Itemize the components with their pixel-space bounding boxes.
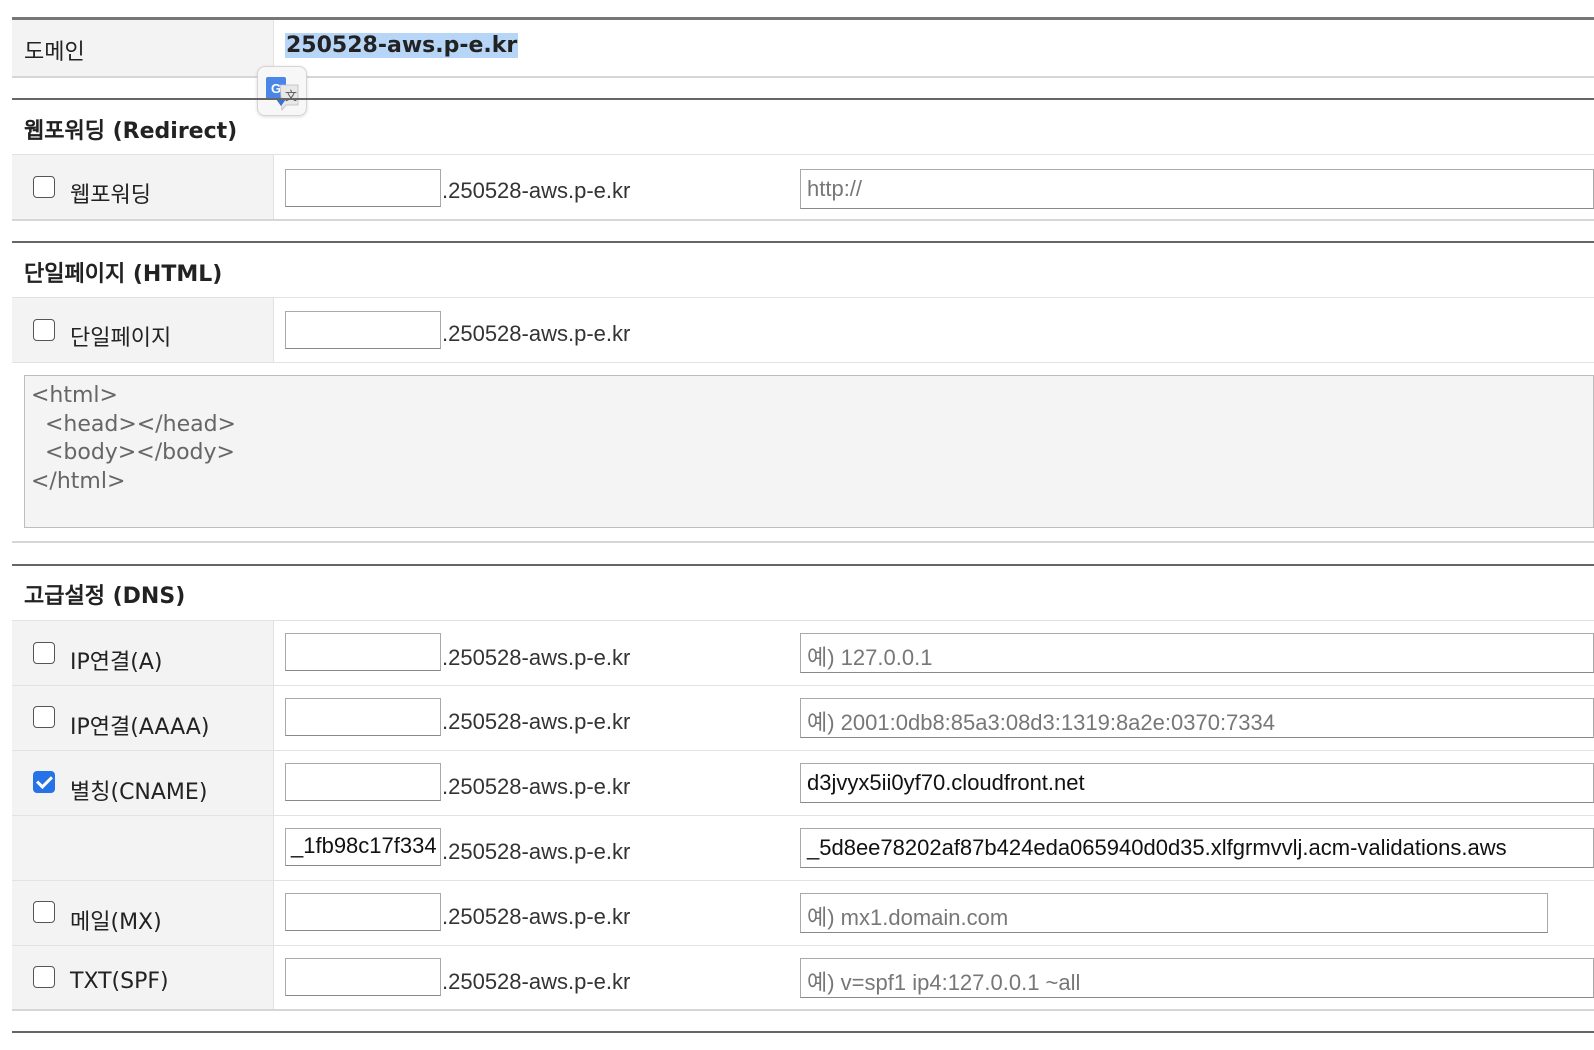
bottom-border [12, 1031, 1594, 1033]
dns-mx-checkbox[interactable] [33, 901, 55, 923]
html-label: 단일페이지 [70, 326, 172, 351]
dns-mx-domain-suffix: .250528-aws.p-e.kr [442, 904, 631, 929]
html-row: 단일페이지 .250528-aws.p-e.kr [12, 297, 1594, 363]
dns-row-mx: 메일(MX) .250528-aws.p-e.kr 예) mx1.domain.… [12, 880, 1594, 945]
dns-cname2-value-input[interactable]: _5d8ee78202af87b424eda065940d0d35.xlfgrm… [800, 828, 1594, 868]
html-section-title: 단일페이지 (HTML) [24, 262, 223, 287]
svg-text:G: G [271, 81, 281, 96]
dns-cname-value-input[interactable]: d3jvyx5ii0yf70.cloudfront.net [800, 763, 1594, 803]
dns-row-txt: TXT(SPF) .250528-aws.p-e.kr 예) v=spf1 ip… [12, 945, 1594, 1011]
dns-aaaa-domain-suffix: .250528-aws.p-e.kr [442, 709, 631, 734]
google-translate-icon: G 文 [266, 77, 299, 112]
dns-aaaa-label-cell: IP연결(AAAA) [12, 686, 274, 750]
dns-cname-checkbox[interactable] [33, 771, 55, 793]
html-bottom-border [12, 541, 1594, 543]
dns-mx-label-cell: 메일(MX) [12, 881, 274, 945]
dns-txt-label: TXT(SPF) [70, 969, 169, 994]
dns-cname2-label-cell [12, 816, 274, 880]
dns-row-cname-2: _1fb98c17f334 .250528-aws.p-e.kr _5d8ee7… [12, 815, 1594, 880]
redirect-domain-suffix: .250528-aws.p-e.kr [442, 178, 631, 203]
svg-text:文: 文 [285, 88, 297, 103]
dns-cname2-subdomain-input[interactable]: _1fb98c17f334 [285, 828, 441, 866]
dns-txt-value-input[interactable]: 예) v=spf1 ip4:127.0.0.1 ~all [800, 958, 1594, 998]
domain-row: 도메인 [12, 20, 1594, 78]
html-content-textarea[interactable]: <html> <head></head> <body></body> </htm… [24, 375, 1594, 528]
dns-row-cname: 별칭(CNAME) .250528-aws.p-e.kr d3jvyx5ii0y… [12, 750, 1594, 815]
dns-aaaa-subdomain-input[interactable] [285, 698, 441, 736]
dns-cname-label: 별칭(CNAME) [70, 780, 208, 805]
domain-label-cell: 도메인 [12, 20, 274, 76]
dns-a-value-input[interactable]: 예) 127.0.0.1 [800, 633, 1594, 673]
html-subdomain-input[interactable] [285, 311, 441, 349]
dns-a-checkbox[interactable] [33, 642, 55, 664]
domain-value: 250528-aws.p-e.kr [285, 33, 519, 58]
redirect-label: 웹포워딩 [70, 183, 151, 208]
dns-txt-subdomain-input[interactable] [285, 958, 441, 996]
dns-cname-label-cell: 별칭(CNAME) [12, 751, 274, 815]
redirect-subdomain-input[interactable] [285, 169, 441, 207]
dns-mx-label: 메일(MX) [70, 910, 162, 935]
dns-txt-label-cell: TXT(SPF) [12, 946, 274, 1009]
html-domain-suffix: .250528-aws.p-e.kr [442, 321, 631, 346]
dns-section-title: 고급설정 (DNS) [24, 584, 186, 609]
dns-row-aaaa: IP연결(AAAA) .250528-aws.p-e.kr 예) 2001:0d… [12, 685, 1594, 750]
dns-aaaa-checkbox[interactable] [33, 706, 55, 728]
dns-section-border [12, 564, 1594, 566]
html-checkbox[interactable] [33, 319, 55, 341]
dns-mx-subdomain-input[interactable] [285, 893, 441, 931]
dns-cname-domain-suffix: .250528-aws.p-e.kr [442, 774, 631, 799]
domain-label: 도메인 [24, 40, 85, 65]
redirect-row: 웹포워딩 .250528-aws.p-e.kr http:// [12, 154, 1594, 221]
redirect-section-border [12, 98, 1594, 100]
redirect-section-title: 웹포워딩 (Redirect) [24, 119, 238, 144]
dns-a-subdomain-input[interactable] [285, 633, 441, 671]
dns-a-label: IP연결(A) [70, 650, 163, 675]
dns-a-domain-suffix: .250528-aws.p-e.kr [442, 645, 631, 670]
html-label-cell: 단일페이지 [12, 298, 274, 362]
dns-row-a: IP연결(A) .250528-aws.p-e.kr 예) 127.0.0.1 [12, 620, 1594, 685]
translate-popup-button[interactable]: G 文 [257, 66, 307, 116]
dns-txt-checkbox[interactable] [33, 966, 55, 988]
dns-aaaa-value-input[interactable]: 예) 2001:0db8:85a3:08d3:1319:8a2e:0370:73… [800, 698, 1594, 738]
redirect-label-cell: 웹포워딩 [12, 155, 274, 219]
dns-a-label-cell: IP연결(A) [12, 621, 274, 685]
dns-aaaa-label: IP연결(AAAA) [70, 715, 210, 740]
dns-cname2-domain-suffix: .250528-aws.p-e.kr [442, 839, 631, 864]
dns-cname-subdomain-input[interactable] [285, 763, 441, 801]
dns-mx-value-input[interactable]: 예) mx1.domain.com [800, 893, 1548, 933]
redirect-checkbox[interactable] [33, 176, 55, 198]
dns-txt-domain-suffix: .250528-aws.p-e.kr [442, 969, 631, 994]
redirect-url-input[interactable]: http:// [800, 169, 1594, 209]
html-section-border [12, 241, 1594, 243]
